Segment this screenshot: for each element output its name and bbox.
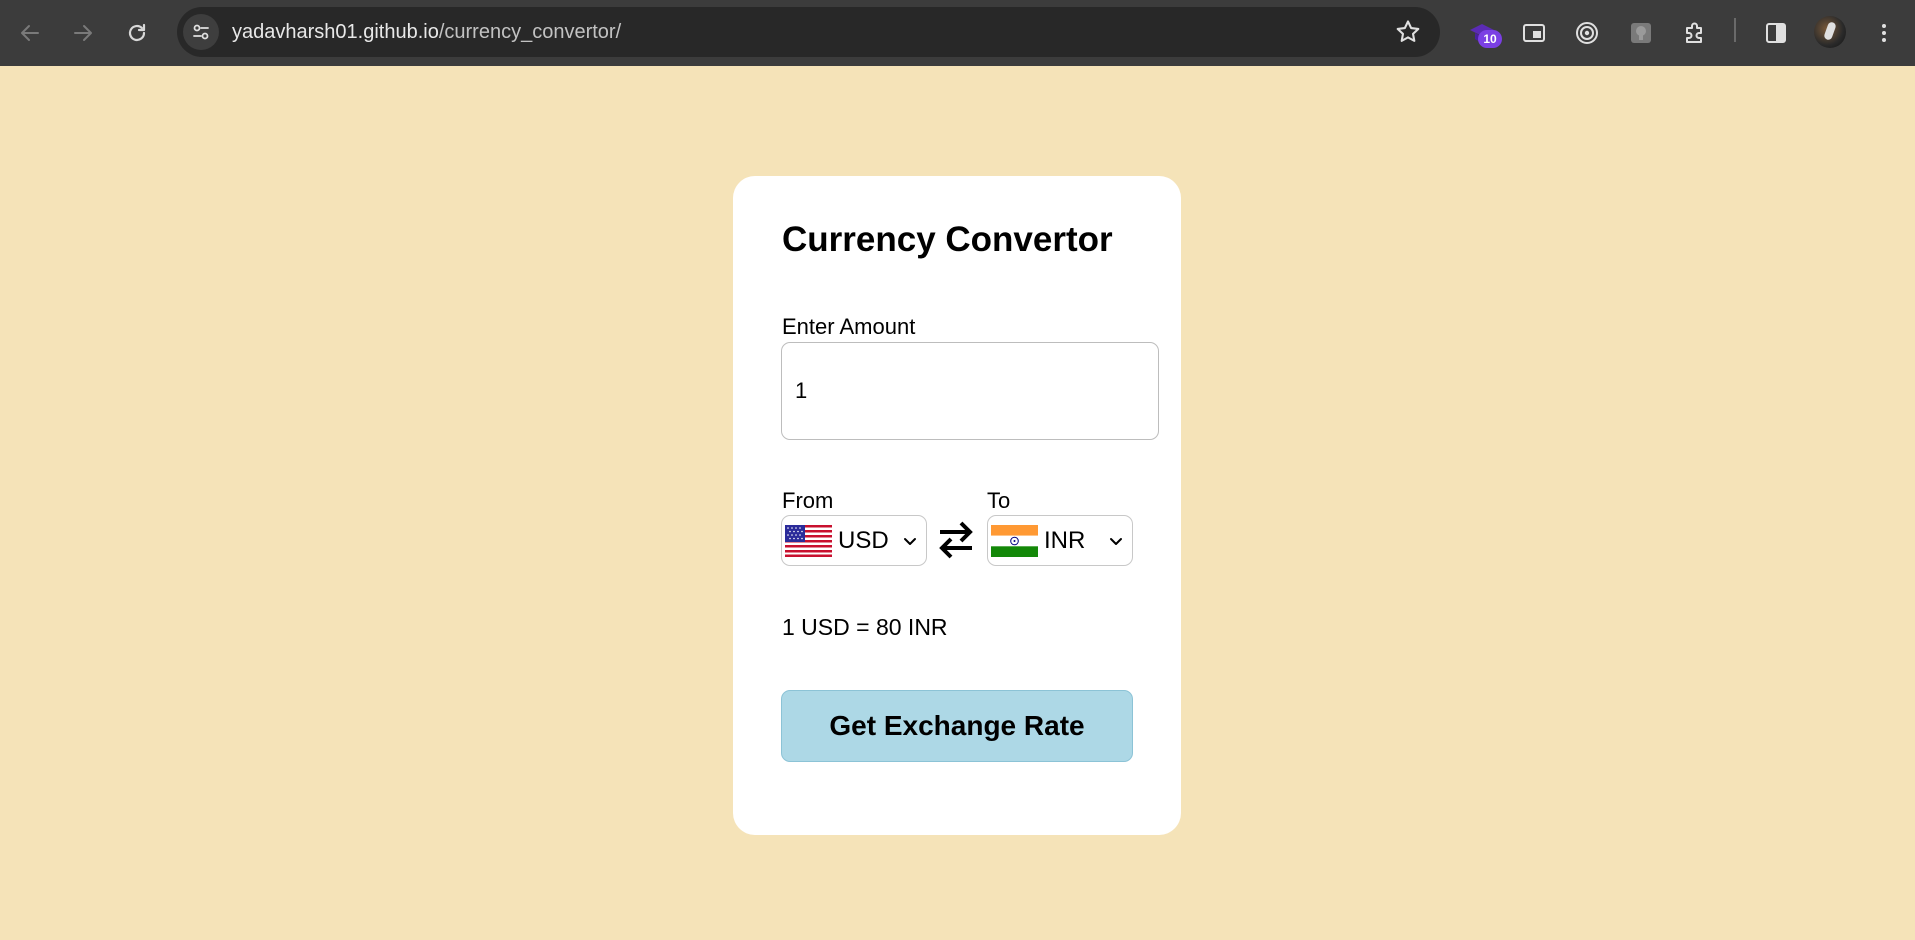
more-vertical-icon	[1882, 24, 1886, 42]
site-info-button[interactable]	[183, 14, 219, 50]
address-bar[interactable]: yadavharsh01.github.io/currency_converto…	[177, 7, 1440, 57]
tune-icon	[193, 24, 209, 40]
forward-button[interactable]	[63, 13, 103, 53]
url-text[interactable]: yadavharsh01.github.io/currency_converto…	[232, 7, 621, 57]
arrow-right-icon	[74, 25, 92, 41]
get-exchange-rate-button[interactable]: Get Exchange Rate	[781, 690, 1133, 762]
india-flag-icon	[991, 525, 1038, 557]
picture-in-picture-button[interactable]	[1516, 15, 1552, 51]
picture-in-picture-icon	[1523, 24, 1545, 42]
extension-badge: 10	[1478, 30, 1502, 48]
url-host: yadavharsh01.github.io	[232, 21, 439, 43]
amount-input[interactable]	[781, 342, 1159, 440]
reload-icon	[128, 23, 146, 42]
back-button[interactable]	[10, 13, 50, 53]
profile-avatar[interactable]	[1814, 16, 1846, 48]
page-title: Currency Convertor	[782, 220, 1113, 259]
from-currency-select[interactable]: USD	[781, 515, 927, 566]
chevron-down-icon	[904, 538, 916, 545]
to-label: To	[987, 488, 1011, 513]
amount-label: Enter Amount	[782, 314, 916, 339]
browser-menu-button[interactable]	[1866, 15, 1902, 51]
disabled-extension-button[interactable]	[1623, 15, 1659, 51]
from-label: From	[782, 488, 834, 513]
browser-toolbar: yadavharsh01.github.io/currency_converto…	[0, 0, 1915, 66]
url-path: /currency_convertor/	[438, 21, 622, 43]
extension-placeholder-icon	[1631, 23, 1651, 43]
side-panel-icon	[1766, 23, 1786, 43]
extensions-menu-button[interactable]	[1677, 15, 1713, 51]
converter-card: Currency Convertor Enter Amount From USD	[733, 176, 1181, 835]
reload-button[interactable]	[117, 13, 157, 53]
side-panel-button[interactable]	[1758, 15, 1794, 51]
extension-graduation-cap-button[interactable]: 10	[1464, 15, 1502, 51]
bookmark-star-icon[interactable]	[1394, 18, 1422, 46]
to-currency-select[interactable]: INR	[987, 515, 1133, 566]
target-extension-button[interactable]	[1569, 15, 1605, 51]
us-flag-icon	[785, 525, 832, 557]
from-currency-value: USD	[838, 527, 889, 554]
toolbar-separator	[1734, 18, 1736, 42]
exchange-rate-message: 1 USD = 80 INR	[782, 614, 948, 640]
arrow-left-icon	[21, 25, 39, 41]
chevron-down-icon	[1110, 538, 1122, 545]
to-currency-value: INR	[1044, 527, 1086, 554]
target-icon	[1576, 22, 1598, 44]
swap-arrows-icon[interactable]	[936, 519, 976, 561]
puzzle-piece-icon	[1686, 22, 1702, 43]
